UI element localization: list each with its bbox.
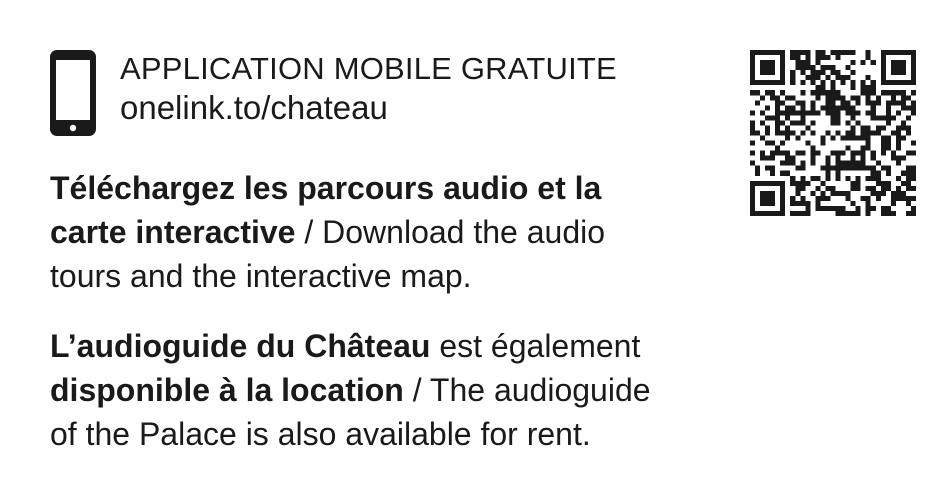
download-line-3: tours and the interactive map.: [50, 258, 472, 294]
audioguide-line-1-bold: L’audioguide du Château: [50, 328, 431, 364]
app-title: APPLICATION MOBILE GRATUITE: [120, 51, 617, 86]
qr-code-icon[interactable]: [750, 50, 916, 216]
app-link[interactable]: onelink.to/chateau: [120, 88, 617, 128]
audioguide-line-3: of the Palace is also available for rent…: [50, 416, 591, 452]
smartphone-icon: [50, 50, 96, 136]
download-line-1-bold: Téléchargez les parcours audio et la: [50, 170, 602, 206]
audioguide-line-1: L’audioguide du Château est également: [50, 324, 651, 368]
download-line-2-text: / Download the audio: [295, 214, 606, 250]
audioguide-paragraph: L’audioguide du Château est également di…: [50, 324, 651, 456]
audioguide-line-2-text: / The audioguide: [403, 372, 651, 408]
audioguide-line-2: disponible à la location / The audioguid…: [50, 368, 651, 412]
download-line-2-bold: carte interactive: [50, 214, 296, 250]
download-paragraph: Téléchargez les parcours audio et la car…: [50, 166, 605, 298]
audioguide-line-2-bold: disponible à la location: [50, 372, 404, 408]
download-line-1: Téléchargez les parcours audio et la: [50, 166, 605, 210]
app-header: APPLICATION MOBILE GRATUITE onelink.to/c…: [120, 50, 617, 128]
audioguide-line-1-text: est également: [430, 328, 641, 364]
download-line-2: carte interactive / Download the audio: [50, 210, 605, 254]
